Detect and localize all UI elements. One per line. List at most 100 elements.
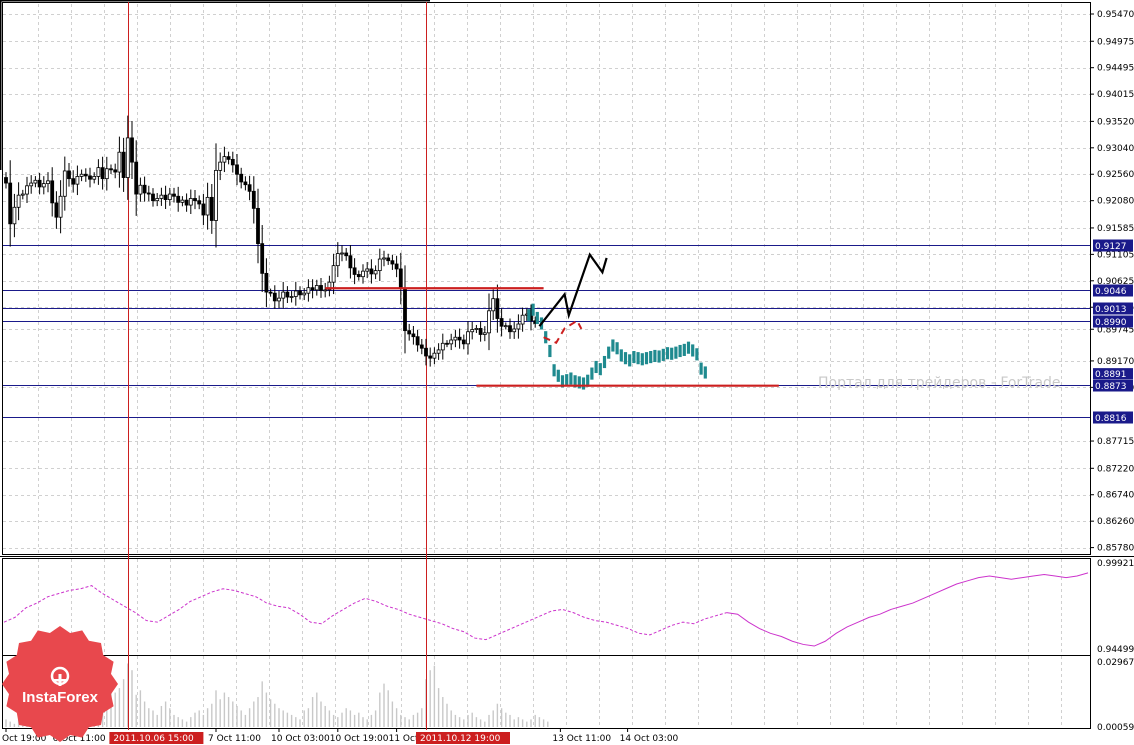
- candle-body: [445, 342, 449, 345]
- candle-body: [8, 182, 13, 225]
- forecast-bar: [632, 351, 636, 364]
- candle-body: [138, 184, 143, 195]
- candle-body: [264, 272, 269, 293]
- forecast-bar: [678, 344, 682, 358]
- indicator-dashed-line: [3, 585, 727, 641]
- forecast-bar: [623, 352, 628, 365]
- candle-body: [218, 161, 223, 171]
- price-level-label: 0.8816: [1095, 414, 1127, 424]
- forecast-bar: [598, 363, 602, 376]
- candle-body: [419, 344, 424, 349]
- forecast-bar: [653, 349, 657, 363]
- candle-body: [230, 158, 235, 166]
- candle-body: [352, 267, 357, 275]
- candle-body: [235, 164, 239, 175]
- candle-body: [167, 193, 172, 200]
- candle-body: [461, 339, 466, 345]
- candle-body: [487, 310, 491, 334]
- candle-body: [356, 274, 361, 278]
- time-label-highlight: 2011.10.06 15:00: [113, 734, 194, 744]
- candle-body: [184, 199, 189, 206]
- candle-body: [104, 168, 109, 180]
- trading-chart[interactable]: 0.95470 0.94975 0.94495 0.94015 0.93520 0.930…: [0, 0, 1134, 745]
- candle-body: [20, 193, 25, 196]
- candle-body: [474, 328, 479, 330]
- candle-body: [503, 325, 508, 328]
- candlesticks: [4, 115, 538, 367]
- forecast-bar: [590, 367, 594, 380]
- candle-body: [193, 198, 197, 202]
- candle-body: [512, 328, 517, 333]
- time-label: 10 Oct 19:00: [330, 734, 389, 744]
- price-level-label: 0.9127: [1095, 242, 1127, 252]
- candle-body: [373, 270, 378, 275]
- candle-body: [440, 342, 445, 351]
- forecast-bar: [594, 360, 598, 374]
- forecast-bar: [670, 347, 674, 360]
- alternative-arrow-path: [543, 319, 583, 345]
- price-tick-label: 0.86740: [1097, 491, 1134, 501]
- candle-body: [117, 151, 122, 173]
- support-resistance-lines[interactable]: [325, 287, 779, 387]
- candle-body: [4, 177, 8, 184]
- candle-body: [306, 287, 311, 294]
- candle-body: [83, 173, 88, 177]
- forecast-bar: [636, 352, 640, 365]
- candle-body: [16, 194, 21, 208]
- candle-body: [314, 285, 319, 291]
- candle-body: [298, 290, 302, 296]
- candle-body: [319, 285, 323, 291]
- candle-body: [88, 175, 92, 180]
- forecast-bar: [640, 353, 644, 366]
- price-tick-label: 0.95470: [1097, 10, 1134, 20]
- forecast-bar: [665, 347, 670, 360]
- candle-body: [176, 195, 181, 203]
- candle-body: [29, 182, 34, 187]
- candle-body: [394, 263, 399, 270]
- candle-body: [113, 169, 118, 173]
- price-tick-label: 0.92560: [1097, 170, 1134, 180]
- candle-body: [331, 265, 336, 283]
- forecast-bars: [527, 303, 707, 390]
- candle-body: [79, 173, 84, 177]
- candle-body: [268, 291, 273, 294]
- candle-body: [146, 192, 151, 195]
- forecast-bar: [703, 366, 707, 379]
- candle-body: [159, 194, 164, 199]
- candle-body: [25, 185, 29, 195]
- candle-body: [222, 156, 227, 163]
- price-tick-label: 0.93040: [1097, 144, 1134, 154]
- forecast-bar: [548, 344, 552, 358]
- candle-body: [239, 173, 244, 183]
- forecast-bar: [695, 348, 699, 361]
- candle-body: [436, 349, 441, 354]
- candle-body: [134, 161, 139, 195]
- price-tick-label: 0.94975: [1097, 37, 1134, 47]
- candle-body: [272, 292, 277, 302]
- forecast-bar: [644, 352, 649, 365]
- candle-body: [281, 291, 286, 299]
- candle-body: [62, 170, 67, 197]
- candle-body: [58, 195, 63, 218]
- candle-body: [482, 332, 487, 335]
- candle-body: [428, 355, 433, 359]
- candle-body: [100, 167, 105, 180]
- vertical-markers[interactable]: [128, 2, 427, 730]
- price-tick-label: 0.94015: [1097, 90, 1134, 100]
- candle-body: [188, 198, 193, 206]
- logo-text: InstaForex: [22, 689, 99, 706]
- forecast-bar: [615, 342, 619, 355]
- candle-body: [424, 347, 428, 357]
- candle-body: [172, 193, 176, 197]
- forecast-bar: [674, 346, 678, 359]
- forecast-bar: [699, 362, 703, 375]
- candle-body: [197, 200, 202, 205]
- candle-body: [256, 207, 260, 245]
- candle-body: [109, 168, 113, 171]
- candle-body: [67, 170, 71, 180]
- candle-body: [201, 203, 206, 216]
- indicator-tick-label: 0.00059: [1097, 723, 1134, 733]
- candle-body: [344, 252, 349, 257]
- forecast-bar: [581, 377, 586, 390]
- candle-body: [293, 290, 298, 297]
